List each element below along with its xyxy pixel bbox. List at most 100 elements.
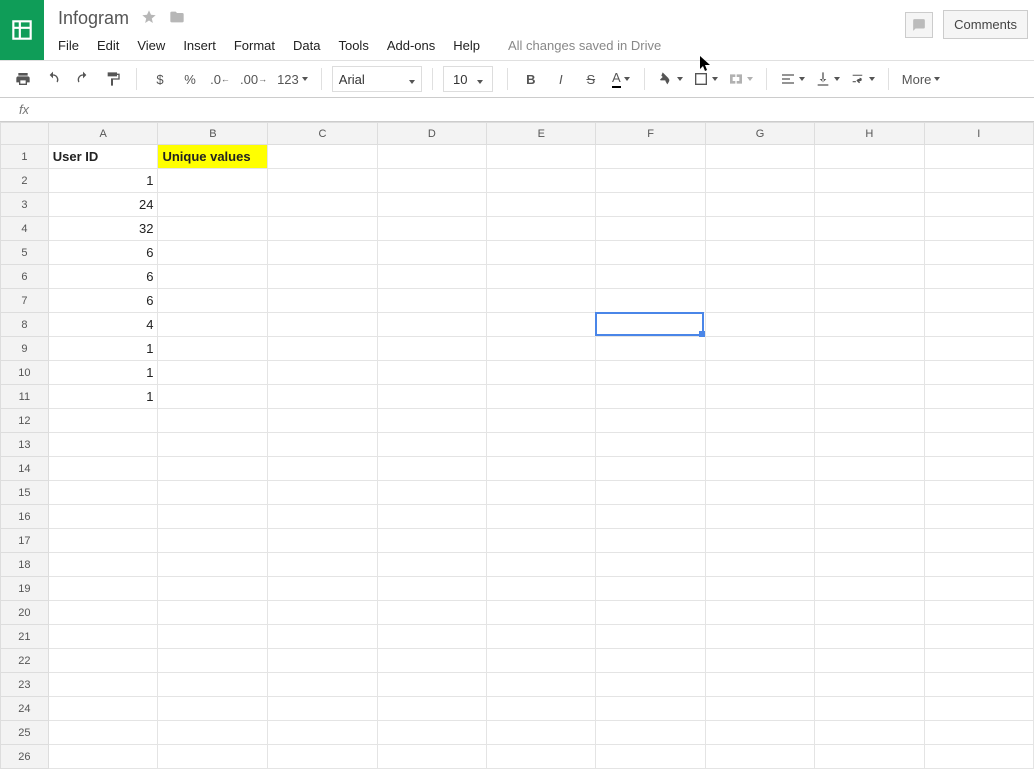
cell-F9[interactable] [596,337,705,361]
cell-I12[interactable] [924,409,1033,433]
cell-D23[interactable] [377,673,486,697]
font-size-select[interactable]: 10 [443,66,493,92]
cell-A26[interactable] [48,745,158,769]
cell-H13[interactable] [815,433,924,457]
text-wrap-button[interactable] [847,66,878,92]
cell-C14[interactable] [268,457,377,481]
cell-F6[interactable] [596,265,705,289]
cell-C18[interactable] [268,553,377,577]
cell-A4[interactable]: 32 [48,217,158,241]
cell-D10[interactable] [377,361,486,385]
cell-B7[interactable] [158,289,268,313]
cell-H4[interactable] [815,217,924,241]
cell-H12[interactable] [815,409,924,433]
cell-B13[interactable] [158,433,268,457]
cell-E2[interactable] [487,169,596,193]
cell-D13[interactable] [377,433,486,457]
cell-G7[interactable] [705,289,814,313]
cell-C24[interactable] [268,697,377,721]
cell-F7[interactable] [596,289,705,313]
doc-title[interactable]: Infogram [58,8,129,29]
cell-A19[interactable] [48,577,158,601]
cell-I19[interactable] [924,577,1033,601]
column-header-A[interactable]: A [48,123,158,145]
cell-D21[interactable] [377,625,486,649]
merge-cells-button[interactable] [725,66,756,92]
cell-I5[interactable] [924,241,1033,265]
cell-H10[interactable] [815,361,924,385]
cell-H17[interactable] [815,529,924,553]
cell-I4[interactable] [924,217,1033,241]
cell-E15[interactable] [487,481,596,505]
cell-A11[interactable]: 1 [48,385,158,409]
print-icon[interactable] [10,66,36,92]
cell-A10[interactable]: 1 [48,361,158,385]
cell-C10[interactable] [268,361,377,385]
row-header-2[interactable]: 2 [1,169,49,193]
menu-view[interactable]: View [137,38,165,53]
cell-E10[interactable] [487,361,596,385]
cell-C2[interactable] [268,169,377,193]
column-header-G[interactable]: G [705,123,814,145]
cell-H23[interactable] [815,673,924,697]
cell-B9[interactable] [158,337,268,361]
cell-G3[interactable] [705,193,814,217]
menu-addons[interactable]: Add-ons [387,38,435,53]
cell-C16[interactable] [268,505,377,529]
cell-A8[interactable]: 4 [48,313,158,337]
cell-A25[interactable] [48,721,158,745]
cell-H18[interactable] [815,553,924,577]
cell-G20[interactable] [705,601,814,625]
cell-F23[interactable] [596,673,705,697]
cell-D3[interactable] [377,193,486,217]
cell-C19[interactable] [268,577,377,601]
cell-F24[interactable] [596,697,705,721]
bold-button[interactable]: B [518,66,544,92]
cell-A17[interactable] [48,529,158,553]
cell-E13[interactable] [487,433,596,457]
cell-E17[interactable] [487,529,596,553]
cell-H5[interactable] [815,241,924,265]
more-button[interactable]: More [899,66,944,92]
cell-C7[interactable] [268,289,377,313]
row-header-22[interactable]: 22 [1,649,49,673]
cell-F18[interactable] [596,553,705,577]
row-header-6[interactable]: 6 [1,265,49,289]
cell-H9[interactable] [815,337,924,361]
cell-D14[interactable] [377,457,486,481]
cell-B16[interactable] [158,505,268,529]
cell-E19[interactable] [487,577,596,601]
cell-D4[interactable] [377,217,486,241]
cell-C20[interactable] [268,601,377,625]
cell-G10[interactable] [705,361,814,385]
cell-I2[interactable] [924,169,1033,193]
cell-A7[interactable]: 6 [48,289,158,313]
menu-edit[interactable]: Edit [97,38,119,53]
cell-D18[interactable] [377,553,486,577]
cell-D9[interactable] [377,337,486,361]
cell-E1[interactable] [487,145,596,169]
cell-G21[interactable] [705,625,814,649]
cell-I20[interactable] [924,601,1033,625]
format-currency[interactable]: $ [147,66,173,92]
cell-A3[interactable]: 24 [48,193,158,217]
cell-B17[interactable] [158,529,268,553]
column-header-H[interactable]: H [815,123,924,145]
row-header-13[interactable]: 13 [1,433,49,457]
cell-E16[interactable] [487,505,596,529]
row-header-3[interactable]: 3 [1,193,49,217]
cell-H25[interactable] [815,721,924,745]
cell-C26[interactable] [268,745,377,769]
cell-B2[interactable] [158,169,268,193]
cell-D11[interactable] [377,385,486,409]
cell-D26[interactable] [377,745,486,769]
cell-D2[interactable] [377,169,486,193]
cell-E4[interactable] [487,217,596,241]
row-header-21[interactable]: 21 [1,625,49,649]
cell-F14[interactable] [596,457,705,481]
cell-G25[interactable] [705,721,814,745]
cell-D20[interactable] [377,601,486,625]
cell-B3[interactable] [158,193,268,217]
cell-C5[interactable] [268,241,377,265]
cell-A13[interactable] [48,433,158,457]
